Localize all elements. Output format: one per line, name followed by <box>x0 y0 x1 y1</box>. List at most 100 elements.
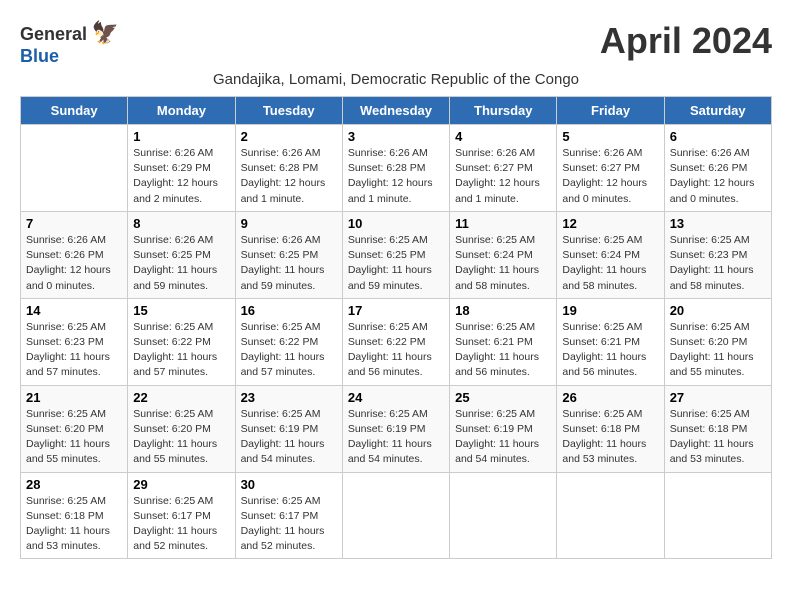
calendar-cell: 27 Sunrise: 6:25 AM Sunset: 6:18 PM Dayli… <box>664 385 771 472</box>
calendar-cell: 29Sunrise: 6:25 AM Sunset: 6:17 PM Dayli… <box>128 472 235 559</box>
day-number: 2 <box>241 129 337 144</box>
day-info: Sunrise: 6:25 AM Sunset: 6:22 PM Dayligh… <box>241 320 337 381</box>
day-number: 18 <box>455 303 551 318</box>
calendar-cell: 30 Sunrise: 6:25 AM Sunset: 6:17 PM Dayli… <box>235 472 342 559</box>
calendar-cell: 28Sunrise: 6:25 AM Sunset: 6:18 PM Dayli… <box>21 472 128 559</box>
calendar-cell: 21 Sunrise: 6:25 AM Sunset: 6:20 PM Dayli… <box>21 385 128 472</box>
day-info: Sunrise: 6:25 AM Sunset: 6:18 PM Dayligh… <box>670 407 766 468</box>
day-number: 7 <box>26 216 122 231</box>
calendar-cell <box>557 472 664 559</box>
day-info: Sunrise: 6:25 AM Sunset: 6:21 PM Dayligh… <box>455 320 551 381</box>
day-of-week-header: Friday <box>557 97 664 125</box>
day-info: Sunrise: 6:25 AM Sunset: 6:23 PM Dayligh… <box>670 233 766 294</box>
day-number: 19 <box>562 303 658 318</box>
calendar-table: SundayMondayTuesdayWednesdayThursdayFrid… <box>20 96 772 559</box>
calendar-cell: 3 Sunrise: 6:26 AM Sunset: 6:28 PM Daylig… <box>342 125 449 212</box>
day-number: 5 <box>562 129 658 144</box>
day-info: Sunrise: 6:25 AM Sunset: 6:20 PM Dayligh… <box>133 407 229 468</box>
day-info: Sunrise: 6:25 AM Sunset: 6:20 PM Dayligh… <box>26 407 122 468</box>
day-info: Sunrise: 6:26 AM Sunset: 6:28 PM Dayligh… <box>348 146 444 207</box>
calendar-cell <box>450 472 557 559</box>
calendar-cell: 1 Sunrise: 6:26 AM Sunset: 6:29 PM Daylig… <box>128 125 235 212</box>
calendar-cell <box>342 472 449 559</box>
calendar-cell: 10 Sunrise: 6:25 AM Sunset: 6:25 PM Dayli… <box>342 211 449 298</box>
day-number: 3 <box>348 129 444 144</box>
calendar-cell: 25 Sunrise: 6:25 AM Sunset: 6:19 PM Dayli… <box>450 385 557 472</box>
calendar-cell <box>21 125 128 212</box>
day-info: Sunrise: 6:25 AM Sunset: 6:17 PM Dayligh… <box>241 494 337 555</box>
day-number: 9 <box>241 216 337 231</box>
logo-bird-icon: 🦅 <box>92 20 119 45</box>
day-number: 20 <box>670 303 766 318</box>
calendar-cell: 5 Sunrise: 6:26 AM Sunset: 6:27 PM Daylig… <box>557 125 664 212</box>
day-info: Sunrise: 6:25 AM Sunset: 6:19 PM Dayligh… <box>455 407 551 468</box>
calendar-cell: 16 Sunrise: 6:25 AM Sunset: 6:22 PM Dayli… <box>235 298 342 385</box>
day-of-week-header: Thursday <box>450 97 557 125</box>
calendar-cell: 11 Sunrise: 6:25 AM Sunset: 6:24 PM Dayli… <box>450 211 557 298</box>
logo-blue-text: Blue <box>20 46 59 67</box>
day-number: 12 <box>562 216 658 231</box>
day-info: Sunrise: 6:25 AM Sunset: 6:22 PM Dayligh… <box>133 320 229 381</box>
calendar-cell: 13 Sunrise: 6:25 AM Sunset: 6:23 PM Dayli… <box>664 211 771 298</box>
day-info: Sunrise: 6:25 AM Sunset: 6:25 PM Dayligh… <box>348 233 444 294</box>
day-of-week-header: Monday <box>128 97 235 125</box>
day-number: 21 <box>26 390 122 405</box>
logo: General 🦅 Blue <box>20 20 119 67</box>
calendar-cell: 14 Sunrise: 6:25 AM Sunset: 6:23 PM Dayli… <box>21 298 128 385</box>
day-number: 30 <box>241 477 337 492</box>
day-info: Sunrise: 6:25 AM Sunset: 6:23 PM Dayligh… <box>26 320 122 381</box>
day-info: Sunrise: 6:25 AM Sunset: 6:20 PM Dayligh… <box>670 320 766 381</box>
day-number: 15 <box>133 303 229 318</box>
day-number: 8 <box>133 216 229 231</box>
day-number: 6 <box>670 129 766 144</box>
day-info: Sunrise: 6:26 AM Sunset: 6:25 PM Dayligh… <box>133 233 229 294</box>
calendar-cell: 24Sunrise: 6:25 AM Sunset: 6:19 PM Dayli… <box>342 385 449 472</box>
day-number: 16 <box>241 303 337 318</box>
calendar-cell: 22 Sunrise: 6:25 AM Sunset: 6:20 PM Dayli… <box>128 385 235 472</box>
day-info: Sunrise: 6:26 AM Sunset: 6:27 PM Dayligh… <box>455 146 551 207</box>
month-title: April 2024 <box>600 20 772 62</box>
calendar-cell <box>664 472 771 559</box>
calendar-cell: 9 Sunrise: 6:26 AM Sunset: 6:25 PM Daylig… <box>235 211 342 298</box>
day-info: Sunrise: 6:26 AM Sunset: 6:28 PM Dayligh… <box>241 146 337 207</box>
day-number: 17 <box>348 303 444 318</box>
day-number: 1 <box>133 129 229 144</box>
calendar-cell: 2 Sunrise: 6:26 AM Sunset: 6:28 PM Daylig… <box>235 125 342 212</box>
calendar-cell: 15 Sunrise: 6:25 AM Sunset: 6:22 PM Dayli… <box>128 298 235 385</box>
day-number: 26 <box>562 390 658 405</box>
calendar-cell: 12Sunrise: 6:25 AM Sunset: 6:24 PM Dayli… <box>557 211 664 298</box>
day-info: Sunrise: 6:25 AM Sunset: 6:17 PM Dayligh… <box>133 494 229 555</box>
day-number: 13 <box>670 216 766 231</box>
day-of-week-header: Tuesday <box>235 97 342 125</box>
calendar-cell: 4 Sunrise: 6:26 AM Sunset: 6:27 PM Daylig… <box>450 125 557 212</box>
page-header: General 🦅 Blue April 2024 <box>20 20 772 67</box>
day-info: Sunrise: 6:26 AM Sunset: 6:29 PM Dayligh… <box>133 146 229 207</box>
day-number: 24 <box>348 390 444 405</box>
day-info: Sunrise: 6:26 AM Sunset: 6:27 PM Dayligh… <box>562 146 658 207</box>
day-info: Sunrise: 6:25 AM Sunset: 6:24 PM Dayligh… <box>455 233 551 294</box>
day-info: Sunrise: 6:25 AM Sunset: 6:18 PM Dayligh… <box>562 407 658 468</box>
day-info: Sunrise: 6:26 AM Sunset: 6:26 PM Dayligh… <box>670 146 766 207</box>
calendar-cell: 26 Sunrise: 6:25 AM Sunset: 6:18 PM Dayli… <box>557 385 664 472</box>
calendar-cell: 17Sunrise: 6:25 AM Sunset: 6:22 PM Dayli… <box>342 298 449 385</box>
day-of-week-header: Saturday <box>664 97 771 125</box>
day-info: Sunrise: 6:25 AM Sunset: 6:21 PM Dayligh… <box>562 320 658 381</box>
day-info: Sunrise: 6:26 AM Sunset: 6:26 PM Dayligh… <box>26 233 122 294</box>
day-number: 11 <box>455 216 551 231</box>
day-of-week-header: Sunday <box>21 97 128 125</box>
day-info: Sunrise: 6:26 AM Sunset: 6:25 PM Dayligh… <box>241 233 337 294</box>
day-of-week-header: Wednesday <box>342 97 449 125</box>
calendar-cell: 8 Sunrise: 6:26 AM Sunset: 6:25 PM Daylig… <box>128 211 235 298</box>
calendar-cell: 20 Sunrise: 6:25 AM Sunset: 6:20 PM Dayli… <box>664 298 771 385</box>
day-number: 10 <box>348 216 444 231</box>
calendar-cell: 23Sunrise: 6:25 AM Sunset: 6:19 PM Dayli… <box>235 385 342 472</box>
calendar-cell: 6 Sunrise: 6:26 AM Sunset: 6:26 PM Daylig… <box>664 125 771 212</box>
logo-general-text: General <box>20 24 87 44</box>
day-number: 25 <box>455 390 551 405</box>
day-number: 14 <box>26 303 122 318</box>
day-number: 4 <box>455 129 551 144</box>
day-info: Sunrise: 6:25 AM Sunset: 6:19 PM Dayligh… <box>241 407 337 468</box>
day-number: 22 <box>133 390 229 405</box>
day-number: 27 <box>670 390 766 405</box>
calendar-cell: 18 Sunrise: 6:25 AM Sunset: 6:21 PM Dayli… <box>450 298 557 385</box>
